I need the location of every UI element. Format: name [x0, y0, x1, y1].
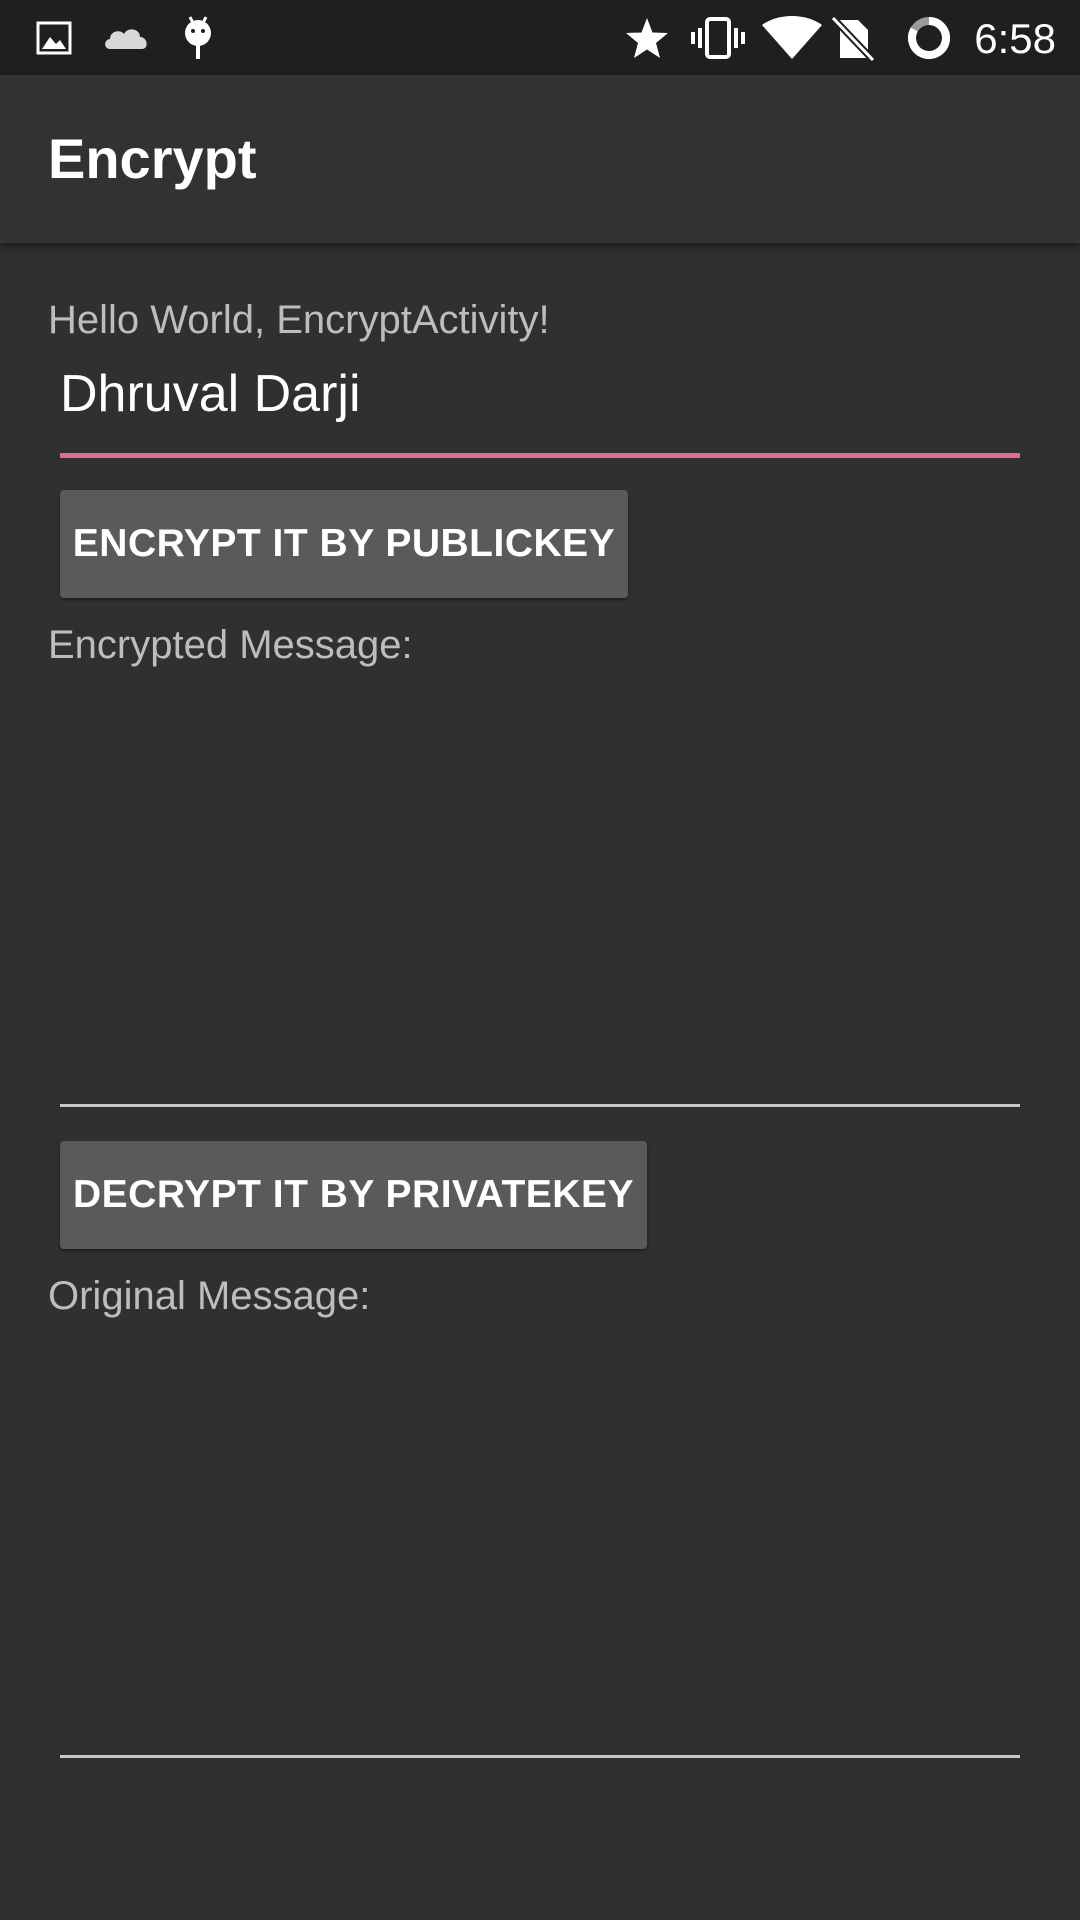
status-bar: 6:58	[0, 0, 1080, 75]
screen: 6:58 Encrypt Hello World, EncryptActivit…	[0, 0, 1080, 1920]
message-input[interactable]: Dhruval Darji	[60, 364, 361, 424]
battery-ring-icon	[904, 0, 954, 75]
encrypted-message-field[interactable]	[60, 680, 1020, 1100]
encrypted-message-label: Encrypted Message:	[48, 623, 413, 667]
message-input-underline	[60, 453, 1020, 458]
greeting-label: Hello World, EncryptActivity!	[48, 298, 550, 342]
original-message-underline	[60, 1755, 1020, 1758]
cloud-icon	[102, 0, 150, 75]
clock: 6:58	[974, 15, 1056, 62]
no-sim-icon	[828, 0, 878, 75]
image-icon	[34, 0, 74, 75]
decrypt-button[interactable]: DECRYPT IT BY PRIVATEKEY	[60, 1141, 647, 1249]
original-message-label: Original Message:	[48, 1274, 371, 1318]
wifi-icon	[760, 0, 824, 75]
original-message-field[interactable]	[60, 1330, 1020, 1750]
vibrate-icon	[690, 0, 746, 75]
app-bar: Encrypt	[0, 75, 1080, 243]
star-icon	[622, 0, 672, 75]
encrypted-message-underline	[60, 1104, 1020, 1107]
encrypt-button[interactable]: ENCRYPT IT BY PUBLICKEY	[60, 490, 628, 598]
android-icon	[178, 0, 218, 75]
app-title: Encrypt	[48, 127, 257, 190]
